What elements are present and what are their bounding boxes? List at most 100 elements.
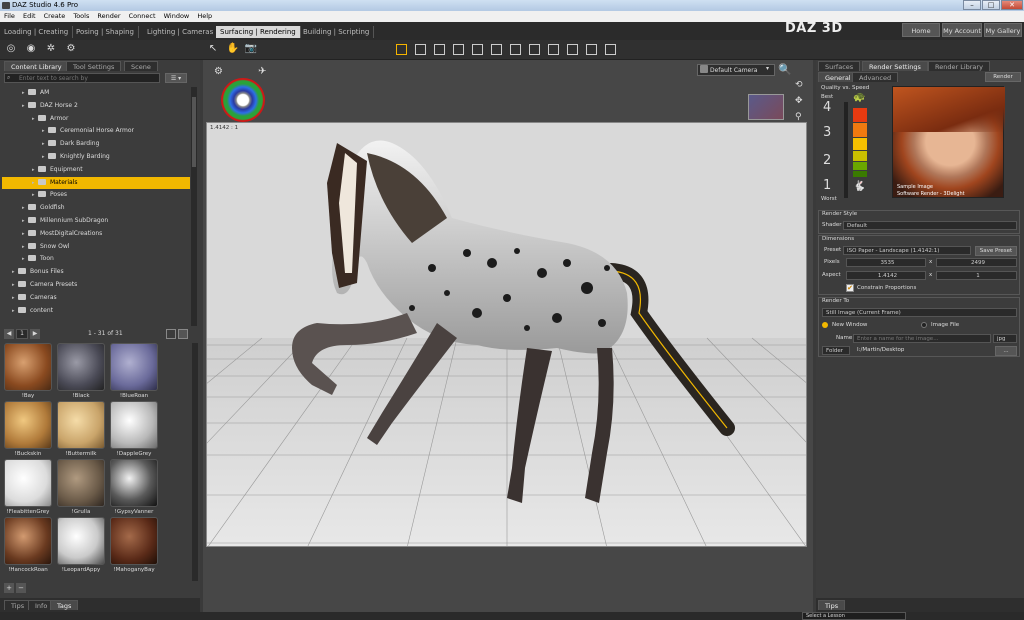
viewport-layout-4d-icon[interactable] bbox=[605, 44, 616, 55]
add-button[interactable]: + bbox=[4, 583, 14, 593]
tab-surfaces[interactable]: Surfaces bbox=[818, 61, 861, 71]
tab-loading-creating[interactable]: Loading | Creating bbox=[0, 26, 74, 38]
render-icon[interactable]: ⚙ bbox=[64, 42, 78, 56]
width-field[interactable]: 3535 bbox=[846, 258, 926, 267]
thumbnail-item[interactable]: !BlueRoan bbox=[110, 343, 158, 400]
image-name-input[interactable]: Enter a name for the image... bbox=[853, 334, 991, 343]
save-preset-button[interactable]: Save Preset bbox=[975, 246, 1017, 256]
viewport-layout-3e-icon[interactable] bbox=[529, 44, 540, 55]
thumbnail-item[interactable]: !Buckskin bbox=[4, 401, 52, 458]
format-select[interactable]: jpg bbox=[993, 334, 1017, 343]
thumbnail-item[interactable]: !FleabittenGrey bbox=[4, 459, 52, 516]
chevron-down-icon[interactable]: ▾ bbox=[766, 65, 769, 72]
view-cube[interactable] bbox=[748, 94, 784, 120]
tab-tool-settings[interactable]: Tool Settings bbox=[66, 61, 122, 71]
orbit-icon[interactable]: ⟲ bbox=[795, 80, 803, 90]
preset-select[interactable]: ISO Paper - Landscape (1.4142:1) bbox=[843, 246, 971, 255]
tab-building-scripting[interactable]: Building | Scripting bbox=[299, 26, 375, 38]
render-settings-icon[interactable]: ✲ bbox=[44, 42, 58, 56]
browse-folder-button[interactable]: ... bbox=[995, 346, 1017, 356]
menu-help[interactable]: Help bbox=[197, 12, 212, 20]
tree-folder-item[interactable]: ▸ Dark Barding bbox=[2, 138, 190, 150]
menu-render[interactable]: Render bbox=[97, 12, 120, 20]
my-gallery-button[interactable]: My Gallery bbox=[984, 23, 1022, 37]
viewport-layout-2h-icon[interactable] bbox=[434, 44, 445, 55]
thumbnail-item[interactable]: !DappleGrey bbox=[110, 401, 158, 458]
menu-connect[interactable]: Connect bbox=[129, 12, 156, 20]
viewport-layout-3b-icon[interactable] bbox=[472, 44, 483, 55]
list-view-icon[interactable] bbox=[166, 329, 176, 339]
minimize-button[interactable]: – bbox=[963, 0, 981, 10]
quality-slider-track[interactable] bbox=[844, 102, 848, 198]
dolly-icon[interactable]: ⚲ bbox=[795, 112, 802, 122]
tab-tips-right[interactable]: Tips bbox=[818, 600, 846, 610]
height-field[interactable]: 2499 bbox=[936, 258, 1017, 267]
constrain-checkbox[interactable]: ✔ bbox=[846, 284, 854, 292]
image-file-radio[interactable] bbox=[921, 322, 927, 328]
tab-tags[interactable]: Tags bbox=[50, 600, 79, 610]
aspect-width-field[interactable]: 1.4142 bbox=[846, 271, 926, 280]
menu-file[interactable]: File bbox=[4, 12, 15, 20]
tab-scene[interactable]: Scene bbox=[124, 61, 158, 71]
my-account-button[interactable]: My Account bbox=[942, 23, 982, 37]
viewport-layout-4a-icon[interactable] bbox=[548, 44, 559, 55]
tree-folder-item[interactable]: ▸ Materials bbox=[2, 176, 190, 189]
pointer-tool-icon[interactable]: ↖ bbox=[206, 42, 220, 56]
viewport-layout-4c-icon[interactable] bbox=[586, 44, 597, 55]
tree-folder-item[interactable]: ▸ Equipment bbox=[2, 164, 190, 176]
tree-folder-item[interactable]: ▸ Ceremonial Horse Armor bbox=[2, 125, 190, 137]
view-options-icon[interactable]: ☰ ▾ bbox=[165, 73, 187, 83]
tab-surfacing-rendering[interactable]: Surfacing | Rendering bbox=[216, 26, 301, 38]
tree-folder-item[interactable]: ▸ Knightly Barding bbox=[2, 151, 190, 163]
home-button[interactable]: Home bbox=[902, 23, 940, 37]
viewport-layout-2v-icon[interactable] bbox=[415, 44, 426, 55]
tree-folder-item[interactable]: ▸ AM bbox=[2, 87, 190, 99]
thumbnail-item[interactable]: !Black bbox=[57, 343, 105, 400]
menu-edit[interactable]: Edit bbox=[23, 12, 36, 20]
spot-render-tool-icon[interactable]: 📷 bbox=[244, 42, 258, 56]
viewport-options-icon[interactable]: ⚙ bbox=[214, 66, 223, 77]
tab-render-settings[interactable]: Render Settings bbox=[862, 61, 928, 71]
tab-lighting-cameras[interactable]: Lighting | Cameras bbox=[143, 26, 219, 38]
thumbnail-item[interactable]: !LeopardAppy bbox=[57, 517, 105, 574]
tree-folder-item[interactable]: ▸ MostDigitalCreations bbox=[2, 228, 190, 240]
tree-folder-item[interactable]: ▸ Toon bbox=[2, 253, 190, 265]
tree-folder-item[interactable]: ▸ Camera Presets bbox=[2, 279, 190, 291]
page-number-field[interactable]: 1 bbox=[16, 329, 28, 339]
surfaces-icon[interactable]: ◉ bbox=[24, 42, 38, 56]
thumbnail-item[interactable]: !MahoganyBay bbox=[110, 517, 158, 574]
maximize-button[interactable]: □ bbox=[982, 0, 1000, 10]
search-input[interactable]: Enter text to search by bbox=[4, 73, 160, 83]
folder-select[interactable]: Folder bbox=[822, 346, 850, 355]
tree-folder-item[interactable]: ▸ Goldfish bbox=[2, 202, 190, 214]
thumbnail-item[interactable]: !GypsyVanner bbox=[110, 459, 158, 516]
pan-icon[interactable]: ✥ bbox=[795, 96, 803, 106]
viewport-layout-4b-icon[interactable] bbox=[567, 44, 578, 55]
menu-window[interactable]: Window bbox=[164, 12, 190, 20]
thumbnail-scrollbar[interactable] bbox=[192, 343, 198, 581]
menu-tools[interactable]: Tools bbox=[73, 12, 89, 20]
tree-folder-item[interactable]: ▸ Bonus Files bbox=[2, 266, 190, 278]
tree-folder-item[interactable]: ▸ Millennium SubDragon bbox=[2, 215, 190, 227]
zoom-icon[interactable]: 🔍 bbox=[778, 63, 792, 76]
grid-view-icon[interactable] bbox=[178, 329, 188, 339]
remove-button[interactable]: − bbox=[16, 583, 26, 593]
close-button[interactable]: ✕ bbox=[1001, 0, 1023, 10]
render-canvas[interactable] bbox=[206, 122, 807, 547]
viewport-layout-single-icon[interactable] bbox=[396, 44, 407, 55]
tree-scrollbar[interactable] bbox=[191, 87, 197, 326]
tree-folder-item[interactable]: ▸ Cameras bbox=[2, 292, 190, 304]
render-target-select[interactable]: Still Image (Current Frame) bbox=[822, 308, 1017, 317]
surface-selection-tool-icon[interactable]: ✋ bbox=[226, 42, 240, 56]
new-window-radio[interactable] bbox=[822, 322, 828, 328]
tab-content-library[interactable]: Content Library bbox=[4, 61, 69, 71]
camera-selector[interactable]: Default Camera bbox=[697, 64, 775, 76]
thumbnail-item[interactable]: !HancockRoan bbox=[4, 517, 52, 574]
shader-select[interactable]: Default bbox=[843, 221, 1017, 230]
thumbnail-item[interactable]: !Buttermilk bbox=[57, 401, 105, 458]
next-page-button[interactable]: ▶ bbox=[30, 329, 40, 339]
viewport-pin-icon[interactable]: ✈ bbox=[258, 66, 266, 77]
view-control-orb[interactable] bbox=[221, 78, 265, 122]
scene-icon[interactable]: ◎ bbox=[4, 42, 18, 56]
tree-folder-item[interactable]: ▸ Poses bbox=[2, 189, 190, 201]
